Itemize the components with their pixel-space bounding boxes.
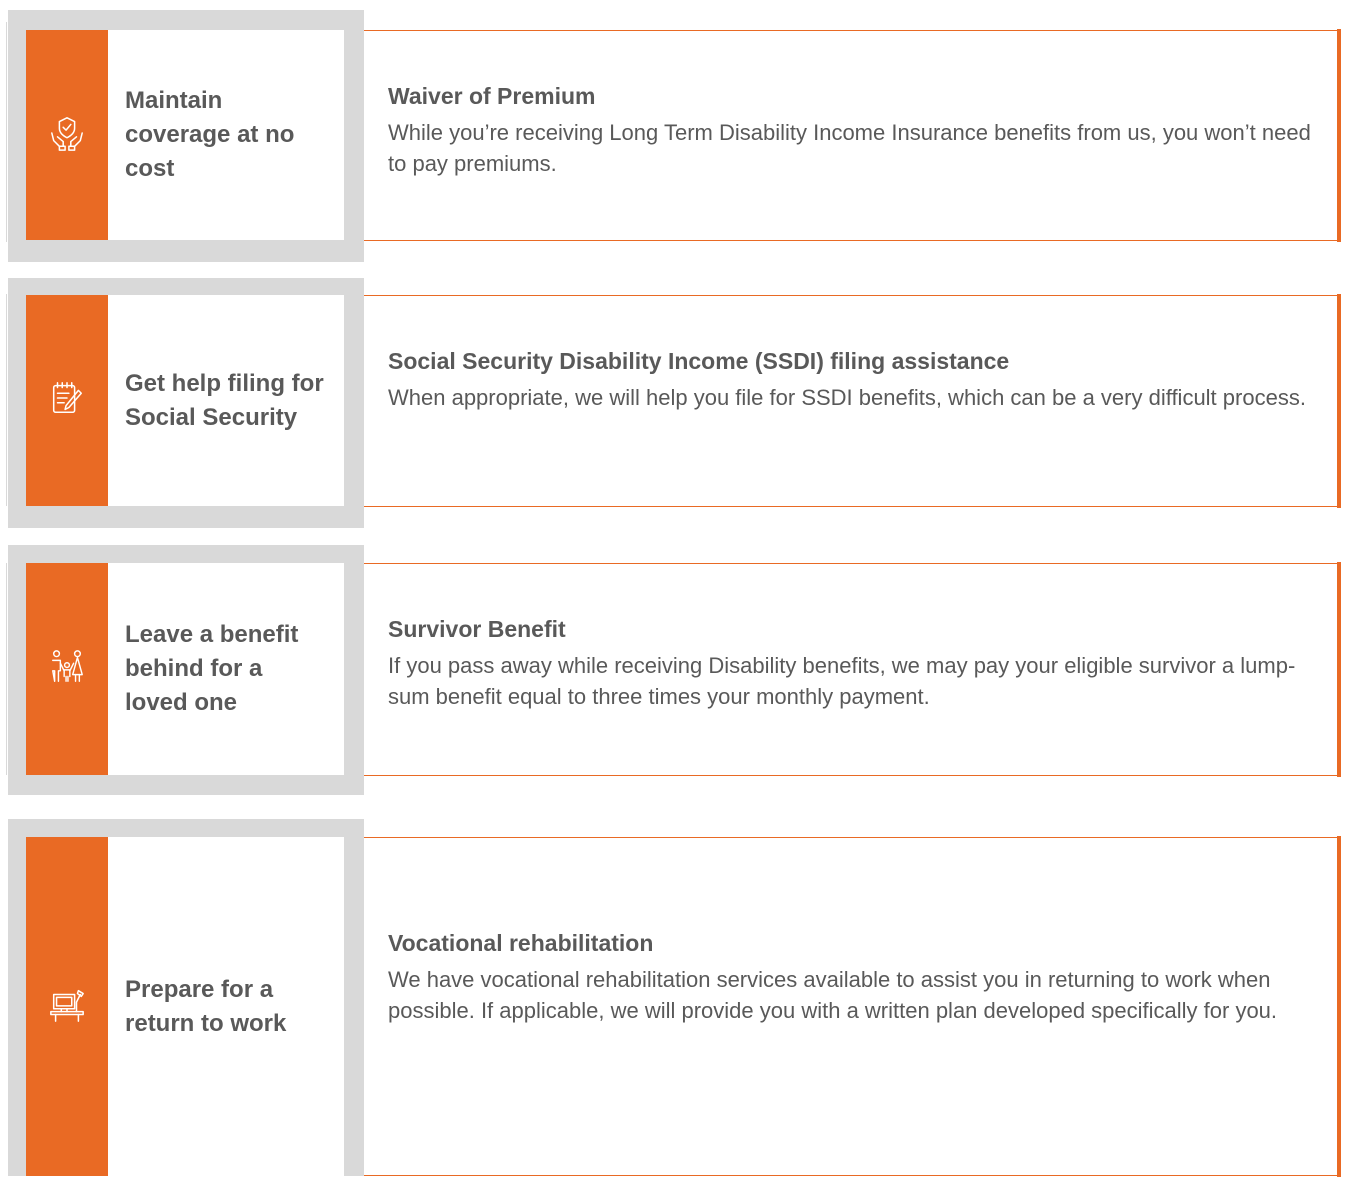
- benefit-label-card: Prepare for a return to work: [26, 837, 344, 1176]
- benefit-description: If you pass away while receiving Disabil…: [388, 653, 1296, 709]
- benefit-label-box: Prepare for a return to work: [108, 837, 344, 1176]
- benefit-detail-box: Survivor Benefit If you pass away while …: [364, 562, 1341, 777]
- benefit-label: Leave a benefit behind for a loved one: [125, 621, 299, 716]
- icon-panel: [26, 30, 108, 240]
- accent-bar: [1337, 562, 1341, 777]
- benefit-detail: Survivor Benefit If you pass away while …: [388, 614, 1321, 712]
- notepad-pencil-icon: [48, 379, 86, 422]
- benefit-detail-box: Social Security Disability Income (SSDI)…: [364, 294, 1341, 508]
- benefit-row: Maintain coverage at no cost Waiver of P…: [0, 0, 1351, 262]
- benefit-description: We have vocational rehabilitation servic…: [388, 967, 1278, 1023]
- benefit-title: Vocational rehabilitation: [388, 930, 654, 956]
- divider: [6, 22, 7, 242]
- benefit-title: Waiver of Premium: [388, 83, 596, 109]
- benefit-description: When appropriate, we will help you file …: [388, 385, 1306, 410]
- benefit-detail: Vocational rehabilitation We have vocati…: [388, 928, 1321, 1026]
- benefit-title: Social Security Disability Income (SSDI)…: [388, 348, 1010, 374]
- benefit-label-card: Leave a benefit behind for a loved one: [26, 563, 344, 775]
- benefit-detail: Waiver of Premium While you’re receiving…: [388, 81, 1321, 179]
- desk-computer-icon: [48, 985, 86, 1028]
- divider: [6, 294, 7, 506]
- accent-bar: [1337, 836, 1341, 1177]
- benefit-label-card: Maintain coverage at no cost: [26, 30, 344, 240]
- benefit-description: While you’re receiving Long Term Disabil…: [388, 120, 1311, 176]
- icon-panel: [26, 563, 108, 775]
- hands-shield-icon: [48, 114, 86, 157]
- benefit-label: Maintain coverage at no cost: [125, 87, 295, 182]
- benefit-detail-box: Vocational rehabilitation We have vocati…: [364, 836, 1341, 1177]
- benefit-label: Prepare for a return to work: [125, 975, 287, 1037]
- benefit-detail-box: Waiver of Premium While you’re receiving…: [364, 29, 1341, 242]
- benefit-row: Get help filing for Social Security Soci…: [0, 278, 1351, 528]
- icon-panel: [26, 295, 108, 506]
- benefit-label-box: Get help filing for Social Security: [108, 295, 344, 506]
- benefit-label: Get help filing for Social Security: [125, 369, 324, 431]
- icon-panel: [26, 837, 108, 1176]
- family-icon: [48, 648, 86, 691]
- benefit-label-card: Get help filing for Social Security: [26, 295, 344, 506]
- benefit-label-box: Leave a benefit behind for a loved one: [108, 563, 344, 775]
- accent-bar: [1337, 294, 1341, 508]
- benefit-label-box: Maintain coverage at no cost: [108, 30, 344, 240]
- benefit-detail: Social Security Disability Income (SSDI)…: [388, 346, 1321, 413]
- accent-bar: [1337, 29, 1341, 242]
- benefit-row: Prepare for a return to work Vocational …: [0, 819, 1351, 1177]
- benefit-row: Leave a benefit behind for a loved one S…: [0, 545, 1351, 795]
- benefit-title: Survivor Benefit: [388, 616, 566, 642]
- divider: [6, 563, 7, 775]
